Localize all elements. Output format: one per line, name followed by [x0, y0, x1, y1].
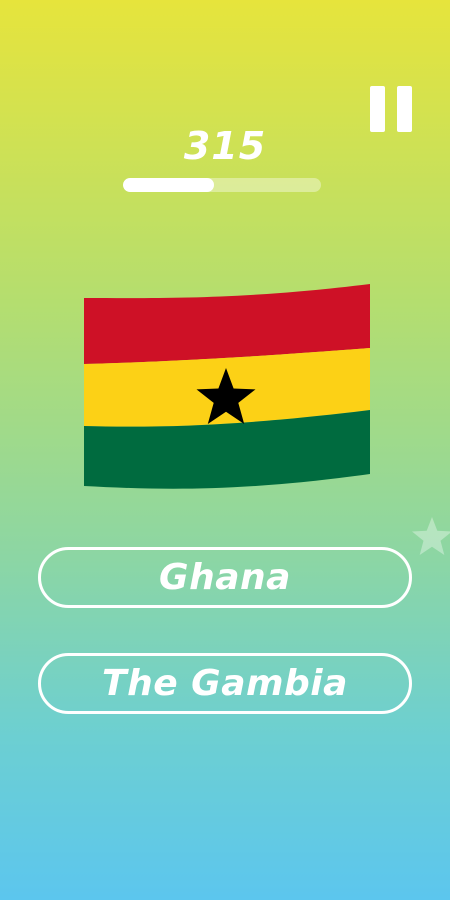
progress-bar-fill	[123, 178, 215, 192]
answer-button-2[interactable]: The Gambia	[38, 653, 412, 714]
answer-button-1[interactable]: Ghana	[38, 547, 412, 608]
progress-bar	[123, 178, 321, 192]
answer-label-2: The Gambia	[102, 663, 348, 704]
answer-label-1: Ghana	[159, 557, 291, 598]
flag-image	[84, 284, 370, 489]
score-display: 315	[183, 124, 267, 168]
star-icon	[412, 517, 450, 555]
